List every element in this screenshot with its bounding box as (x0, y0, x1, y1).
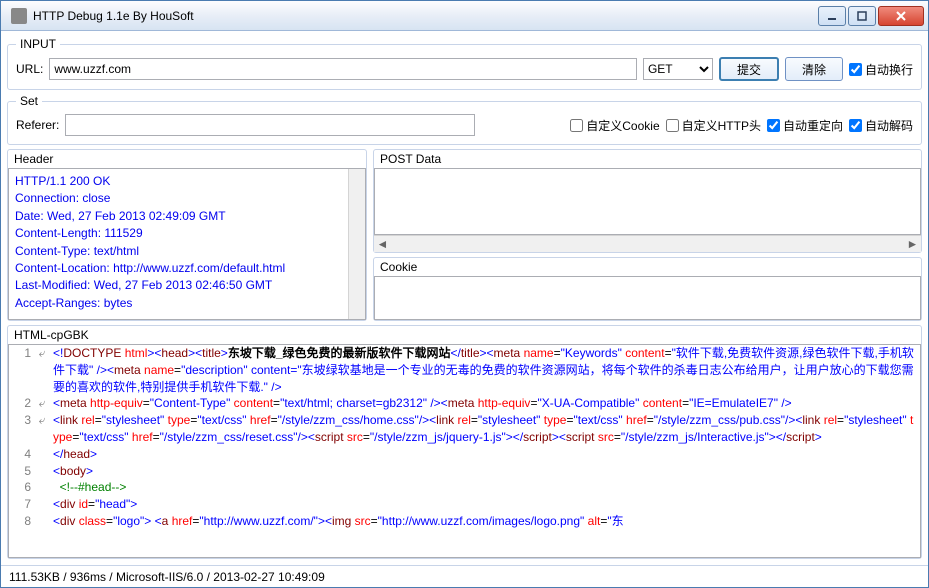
app-icon (11, 8, 27, 24)
post-data-input[interactable] (375, 169, 920, 234)
header-line: Content-Type: text/html (15, 243, 342, 260)
header-list[interactable]: HTTP/1.1 200 OKConnection: closeDate: We… (9, 169, 348, 319)
input-legend: INPUT (16, 37, 60, 51)
header-line: Content-Length: 111529 (15, 225, 342, 242)
header-scrollbar[interactable] (348, 169, 365, 319)
referer-label: Referer: (16, 118, 59, 132)
input-group: INPUT URL: GET 提交 清除 自动换行 (7, 37, 922, 90)
titlebar[interactable]: HTTP Debug 1.1e By HouSoft (1, 1, 928, 31)
url-label: URL: (16, 62, 43, 76)
header-line: Last-Modified: Wed, 27 Feb 2013 02:46:50… (15, 277, 342, 294)
post-data-title: POST Data (374, 150, 921, 168)
set-group: Set Referer: 自定义Cookie 自定义HTTP头 自动重定向 自动… (7, 94, 922, 145)
submit-button[interactable]: 提交 (719, 57, 779, 81)
minimize-button[interactable] (818, 6, 846, 26)
close-button[interactable] (878, 6, 924, 26)
html-source-view[interactable]: 1⤶<!DOCTYPE html><head><title>东坡下载_绿色免费的… (8, 344, 921, 558)
header-line: HTTP/1.1 200 OK (15, 173, 342, 190)
cookie-input[interactable] (375, 277, 920, 319)
auto-redirect-checkbox[interactable]: 自动重定向 (767, 117, 843, 134)
window-title: HTTP Debug 1.1e By HouSoft (33, 9, 818, 23)
url-input[interactable] (49, 58, 637, 80)
status-bar: 111.53KB / 936ms / Microsoft-IIS/6.0 / 2… (1, 565, 928, 587)
header-line: Connection: close (15, 190, 342, 207)
post-scrollbar[interactable]: ◄► (374, 235, 921, 252)
header-line: Accept-Ranges: bytes (15, 295, 342, 312)
header-line: Date: Wed, 27 Feb 2013 02:49:09 GMT (15, 208, 342, 225)
method-select[interactable]: GET (643, 58, 713, 80)
referer-input[interactable] (65, 114, 475, 136)
clear-button[interactable]: 清除 (785, 57, 843, 81)
header-title: Header (8, 150, 366, 168)
custom-header-checkbox[interactable]: 自定义HTTP头 (666, 117, 761, 134)
custom-cookie-checkbox[interactable]: 自定义Cookie (570, 117, 659, 134)
html-title: HTML-cpGBK (8, 326, 921, 344)
set-legend: Set (16, 94, 42, 108)
status-text: 111.53KB / 936ms / Microsoft-IIS/6.0 / 2… (9, 570, 325, 584)
auto-wrap-checkbox[interactable]: 自动换行 (849, 61, 913, 78)
maximize-button[interactable] (848, 6, 876, 26)
header-line: Content-Location: http://www.uzzf.com/de… (15, 260, 342, 277)
auto-decode-checkbox[interactable]: 自动解码 (849, 117, 913, 134)
app-window: HTTP Debug 1.1e By HouSoft INPUT URL: GE… (0, 0, 929, 588)
cookie-title: Cookie (374, 258, 921, 276)
